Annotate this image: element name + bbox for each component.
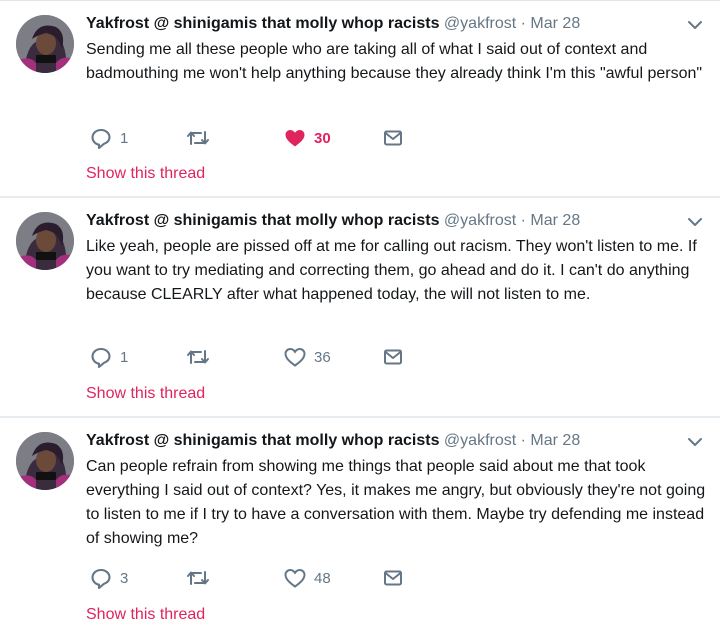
avatar-image [16, 15, 74, 73]
reply-count: 1 [120, 129, 129, 147]
retweet-button[interactable] [186, 126, 218, 150]
avatar[interactable] [16, 432, 74, 490]
like-button[interactable]: 30 [284, 126, 331, 150]
display-name[interactable]: Yakfrost @ shinigamis that molly whop ra… [86, 15, 439, 32]
tweet-text: Like yeah, people are pissed off at me f… [86, 238, 697, 303]
tweet-header: Yakfrost @ shinigamis that molly whop ra… [86, 210, 704, 232]
tweet-text: Sending me all these people who are taki… [86, 41, 703, 82]
retweet-icon [187, 131, 209, 145]
timeline: Yakfrost @ shinigamis that molly whop ra… [0, 0, 720, 637]
timestamp[interactable]: Mar 28 [530, 432, 580, 449]
tweet[interactable]: Yakfrost @ shinigamis that molly whop ra… [0, 417, 720, 637]
tweet-actions: 1 36 [86, 345, 446, 369]
chevron-down-icon [688, 21, 702, 29]
username[interactable]: @yakfrost [444, 15, 516, 32]
tweet-header: Yakfrost @ shinigamis that molly whop ra… [86, 430, 704, 452]
envelope-icon [384, 130, 402, 146]
username[interactable]: @yakfrost [444, 432, 516, 449]
direct-message-button[interactable] [382, 126, 404, 150]
reply-button[interactable]: 3 [90, 566, 128, 590]
like-button[interactable]: 48 [284, 566, 331, 590]
timestamp[interactable]: Mar 28 [530, 15, 580, 32]
reply-button[interactable]: 1 [90, 345, 128, 369]
direct-message-button[interactable] [382, 566, 404, 590]
tweet-actions: 1 30 [86, 126, 446, 150]
tweet-actions: 3 48 [86, 566, 446, 590]
avatar-image [16, 432, 74, 490]
like-count: 36 [314, 348, 331, 366]
show-thread-link[interactable]: Show this thread [86, 163, 205, 185]
display-name[interactable]: Yakfrost @ shinigamis that molly whop ra… [86, 432, 439, 449]
retweet-icon [187, 350, 209, 364]
timestamp[interactable]: Mar 28 [530, 212, 580, 229]
tweet[interactable]: Yakfrost @ shinigamis that molly whop ra… [0, 197, 720, 416]
chevron-down-icon [688, 438, 702, 446]
more-options-button[interactable] [684, 431, 706, 453]
envelope-icon [384, 570, 402, 586]
chevron-down-icon [688, 218, 702, 226]
reply-button[interactable]: 1 [90, 126, 128, 150]
show-thread-link[interactable]: Show this thread [86, 383, 205, 405]
separator: · [520, 15, 526, 32]
retweet-button[interactable] [186, 345, 218, 369]
heart-icon [284, 568, 306, 588]
retweet-icon [187, 571, 209, 585]
reply-count: 1 [120, 348, 129, 366]
retweet-button[interactable] [186, 566, 218, 590]
heart-icon [285, 130, 305, 147]
separator: · [520, 212, 526, 229]
reply-count: 3 [120, 569, 129, 587]
username[interactable]: @yakfrost [444, 212, 516, 229]
more-options-button[interactable] [684, 211, 706, 233]
envelope-icon [384, 349, 402, 365]
avatar[interactable] [16, 15, 74, 73]
like-count: 30 [314, 129, 331, 147]
separator: · [520, 432, 526, 449]
show-thread-link[interactable]: Show this thread [86, 604, 205, 626]
reply-icon [91, 128, 111, 149]
tweet-header: Yakfrost @ shinigamis that molly whop ra… [86, 13, 704, 35]
display-name[interactable]: Yakfrost @ shinigamis that molly whop ra… [86, 212, 439, 229]
tweet-text: Can people refrain from showing me thing… [86, 458, 706, 547]
reply-icon [91, 347, 111, 368]
direct-message-button[interactable] [382, 345, 404, 369]
heart-icon [284, 347, 306, 367]
avatar[interactable] [16, 212, 74, 270]
like-button[interactable]: 36 [284, 345, 331, 369]
more-options-button[interactable] [684, 14, 706, 36]
like-count: 48 [314, 569, 331, 587]
tweet[interactable]: Yakfrost @ shinigamis that molly whop ra… [0, 0, 720, 196]
reply-icon [91, 568, 111, 589]
avatar-image [16, 212, 74, 270]
